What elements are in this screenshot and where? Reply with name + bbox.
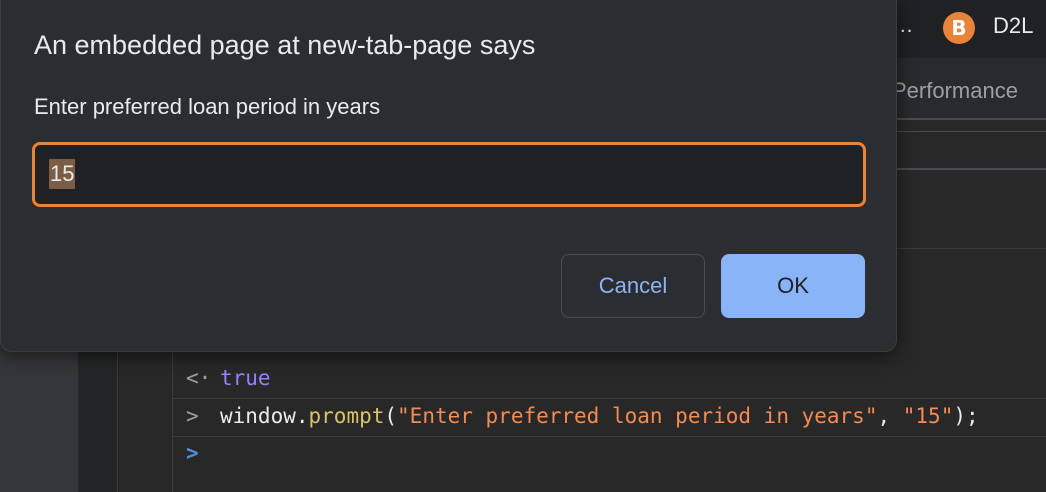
code-string-arg2: "15" [902,404,954,428]
console-input-line: > window.prompt("Enter preferred loan per… [186,404,979,428]
code-comma: , [877,404,903,428]
console-result-line: <· true [186,366,271,390]
console-row-divider [172,398,1046,399]
console-row-divider [172,436,1046,437]
code-object: window [220,404,296,428]
tab-d2l[interactable]: D2L [993,13,1033,39]
cancel-button[interactable]: Cancel [561,254,705,318]
tab-performance[interactable]: Performance [892,78,1018,104]
dialog-message: Enter preferred loan period in years [34,94,381,119]
ok-button[interactable]: OK [721,254,865,318]
prompt-input[interactable] [32,142,866,207]
console-prompt-icon: > [186,441,199,465]
code-paren-close: ); [953,404,979,428]
input-selected-text: 15 [49,159,76,189]
d2l-brightspace-icon[interactable]: B [943,12,975,44]
code-function: prompt [308,404,385,428]
console-prompt-line[interactable]: > [186,441,220,465]
d2l-icon-glyph: B [951,16,967,40]
code-dot: . [295,404,309,428]
chevron-right-icon: > [186,404,199,428]
prompt-dialog: An embedded page at new-tab-page says En… [0,0,897,352]
console-value: true [220,366,271,390]
code-paren-open: ( [384,404,398,428]
result-arrow-icon: <· [186,366,212,390]
code-string-arg1: "Enter preferred loan period in years" [397,404,878,428]
dialog-title: An embedded page at new-tab-page says [34,30,536,60]
